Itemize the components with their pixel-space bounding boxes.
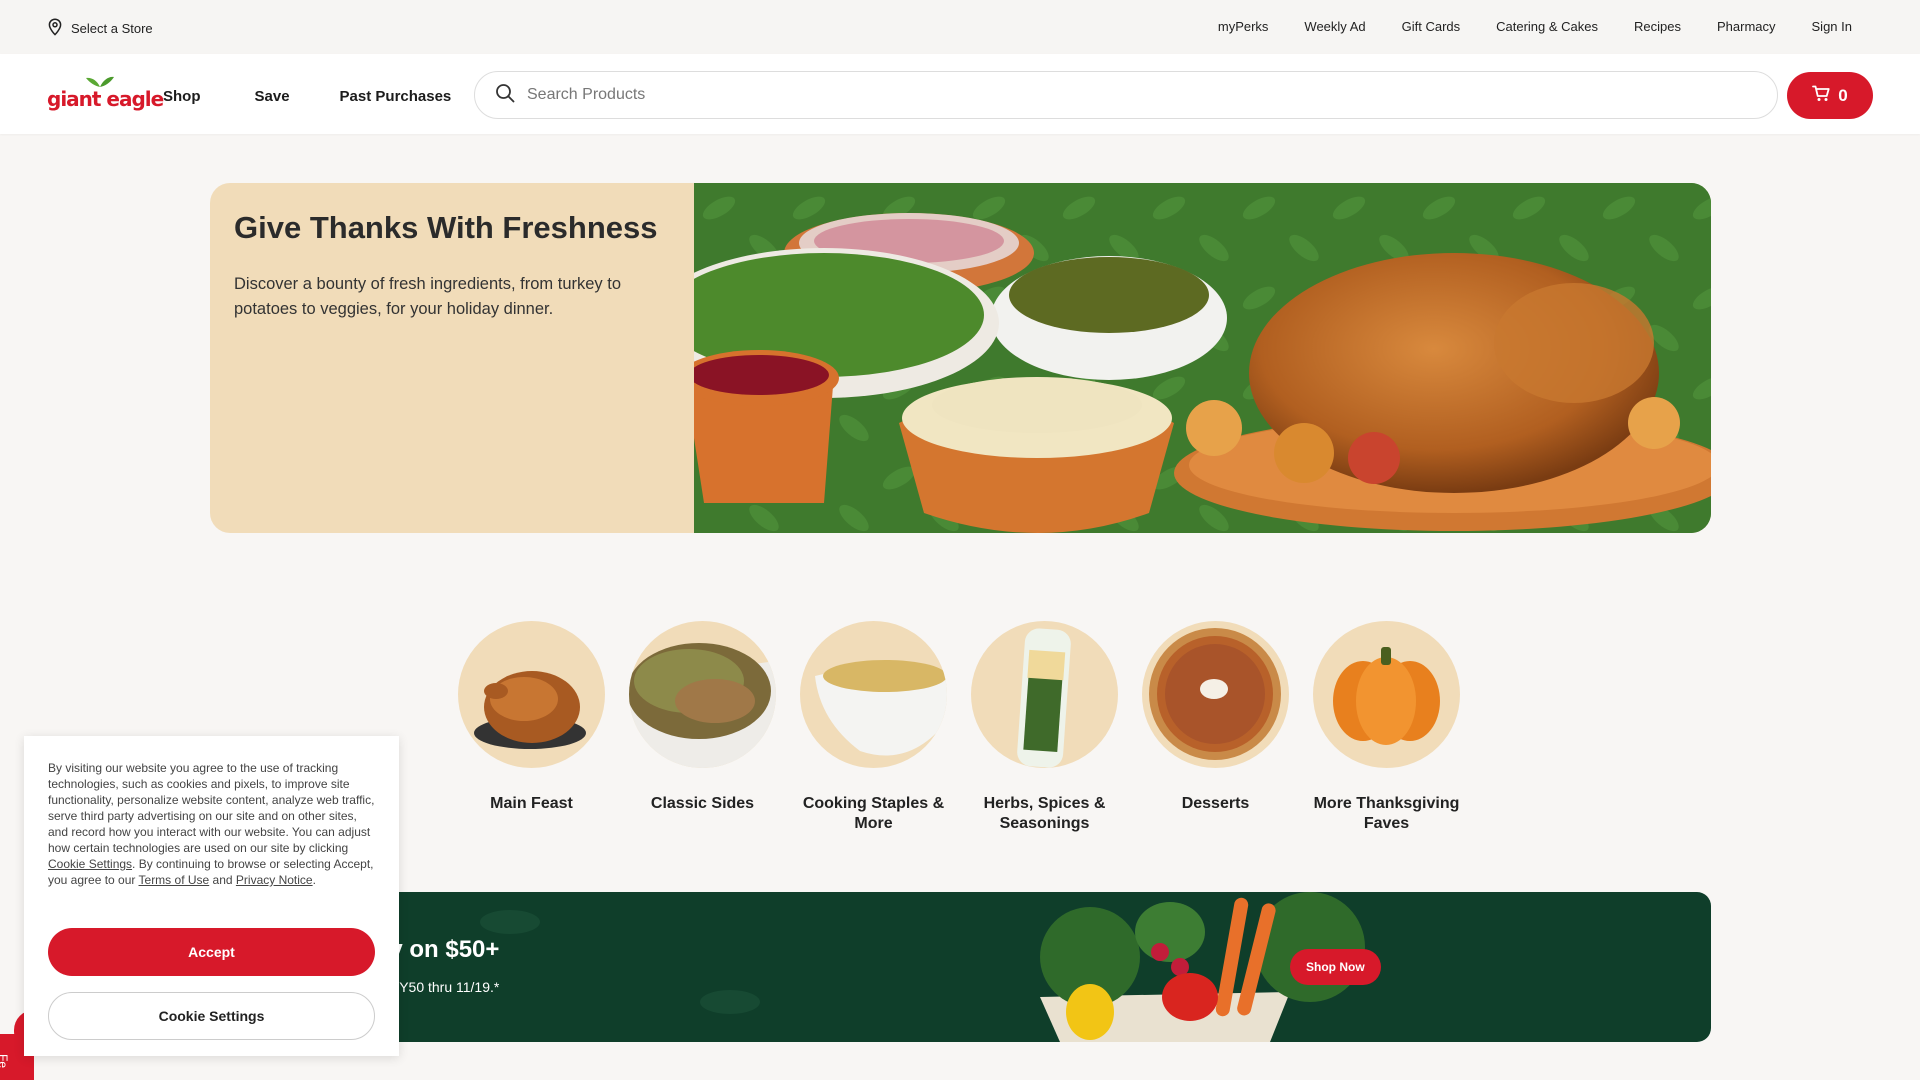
category-more-thanksgiving[interactable]: More Thanksgiving Faves: [1313, 621, 1460, 834]
cookie-consent-dialog: By visiting our website you agree to the…: [24, 736, 399, 1056]
cookie-consent-text: By visiting our website you agree to the…: [48, 760, 376, 888]
link-weekly-ad[interactable]: Weekly Ad: [1304, 19, 1365, 34]
category-label: Herbs, Spices & Seasonings: [983, 795, 1106, 832]
herbs-package-image: [971, 621, 1118, 768]
giant-eagle-logo[interactable]: giant eagle: [47, 74, 164, 114]
link-catering-cakes[interactable]: Catering & Cakes: [1496, 19, 1598, 34]
thanksgiving-dinner-image[interactable]: [649, 183, 1711, 533]
search-icon: [495, 83, 515, 108]
link-pharmacy[interactable]: Pharmacy: [1717, 19, 1776, 34]
cookie-settings-button[interactable]: Cookie Settings: [48, 992, 375, 1040]
category-label: More Thanksgiving Faves: [1313, 795, 1460, 832]
category-row: Main Feast Classic Sides Cooking Staples…: [458, 621, 1460, 834]
terms-of-use-link[interactable]: Terms of Use: [139, 873, 210, 887]
cart-icon: [1812, 85, 1830, 107]
green-bean-casserole-image: [629, 621, 776, 768]
hero-description: Discover a bounty of fresh ingredients, …: [234, 275, 622, 318]
select-store-link[interactable]: Select a Store: [47, 18, 153, 39]
category-label: Classic Sides: [650, 795, 755, 812]
pumpkin-pie-image: [1142, 621, 1289, 768]
category-cooking-staples[interactable]: Cooking Staples & More: [800, 621, 947, 834]
leaf-icon: [86, 76, 114, 87]
category-desserts[interactable]: Desserts: [1142, 621, 1289, 834]
search-bar[interactable]: [474, 71, 1778, 119]
cookie-text-part: and: [209, 873, 236, 887]
category-label: Main Feast: [490, 795, 573, 812]
logo-text: giant eagle: [47, 87, 164, 111]
utility-links: myPerks Weekly Ad Gift Cards Catering & …: [1218, 19, 1852, 34]
accept-cookies-button[interactable]: Accept: [48, 928, 375, 976]
nav-save[interactable]: Save: [255, 88, 290, 105]
search-input[interactable]: [527, 86, 1727, 104]
cookie-text-part: .: [312, 873, 316, 887]
pumpkin-image: [1313, 621, 1460, 768]
turkey-image: [458, 621, 605, 768]
privacy-notice-link[interactable]: Privacy Notice: [236, 873, 313, 887]
location-pin-icon: [47, 18, 63, 39]
category-classic-sides[interactable]: Classic Sides: [629, 621, 776, 834]
link-gift-cards[interactable]: Gift Cards: [1402, 19, 1461, 34]
main-header: giant eagle Shop Save Past Purchases 0: [0, 54, 1920, 134]
category-label: Desserts: [1181, 795, 1250, 812]
utility-bar: Select a Store myPerks Weekly Ad Gift Ca…: [0, 0, 1920, 54]
cookie-text-part: By visiting our website you agree to the…: [48, 761, 375, 855]
link-sign-in[interactable]: Sign In: [1812, 19, 1852, 34]
link-myperks[interactable]: myPerks: [1218, 19, 1269, 34]
category-label: Cooking Staples & More: [802, 795, 945, 832]
shop-now-button[interactable]: Shop Now: [1290, 949, 1381, 985]
cookie-settings-link[interactable]: Cookie Settings: [48, 857, 132, 871]
delivery-promo-banner[interactable]: ry on $50+ ERY50 thru 11/19.* Shop Now: [210, 892, 1711, 1042]
grocery-bag-image: [480, 892, 1365, 1042]
hero-title: Give Thanks With Freshness: [234, 210, 658, 245]
hero-banner[interactable]: Give Thanks With Freshness Discover a bo…: [210, 183, 1711, 533]
category-herbs-spices[interactable]: Herbs, Spices & Seasonings: [971, 621, 1118, 834]
feedback-tab-label: Fe: [0, 1054, 10, 1069]
main-nav: Shop Save Past Purchases: [163, 88, 451, 105]
select-store-label: Select a Store: [71, 21, 153, 36]
link-recipes[interactable]: Recipes: [1634, 19, 1681, 34]
gravy-boat-image: [800, 621, 947, 768]
cart-count: 0: [1838, 85, 1848, 105]
hero-text: Give Thanks With Freshness Discover a bo…: [234, 209, 684, 322]
category-main-feast[interactable]: Main Feast: [458, 621, 605, 834]
nav-shop[interactable]: Shop: [163, 88, 201, 105]
nav-past-purchases[interactable]: Past Purchases: [340, 88, 452, 105]
cart-button[interactable]: 0: [1787, 72, 1873, 119]
